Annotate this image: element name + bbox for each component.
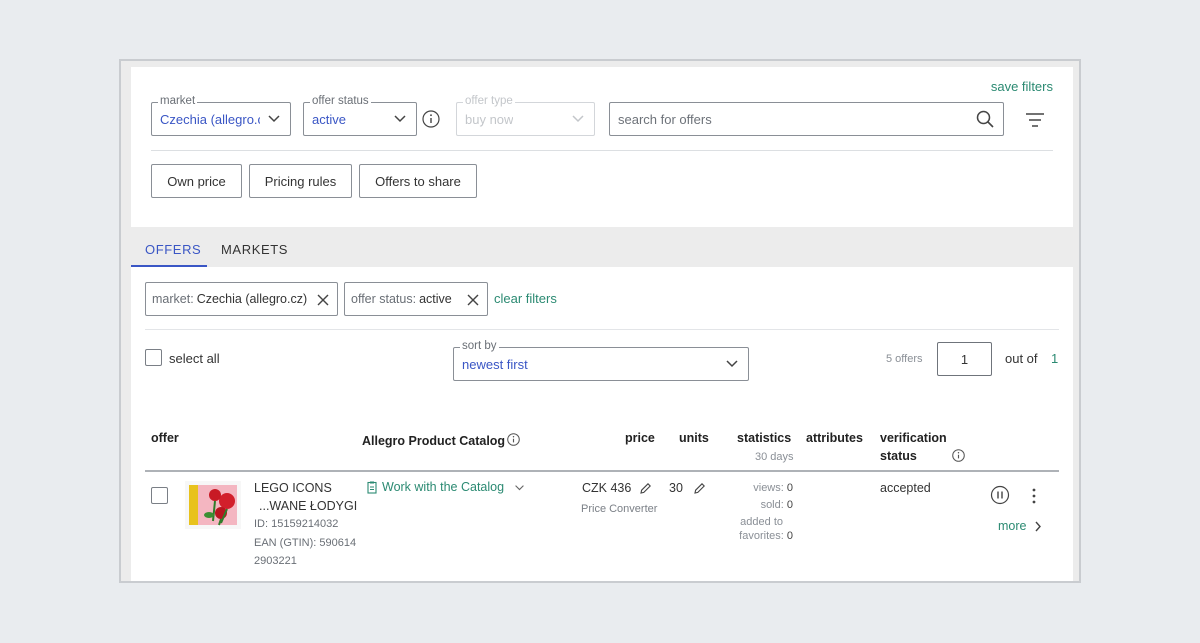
select-all-label: select all [169, 351, 220, 366]
more-link[interactable]: more [998, 519, 1026, 533]
offers-count: 5 offers [886, 353, 923, 365]
search-input[interactable]: search for offers [609, 102, 1004, 136]
search-placeholder: search for offers [618, 112, 712, 127]
pencil-icon[interactable] [639, 482, 652, 495]
pricing-rules-button[interactable]: Pricing rules [249, 164, 352, 198]
header-catalog: Allegro Product Catalog [362, 434, 506, 448]
header-price: price [625, 431, 655, 445]
filter-chip-offer-status: offer status: active [344, 282, 488, 316]
chevron-right-icon[interactable] [1034, 521, 1042, 532]
offers-panel: market: Czechia (allegro.cz) offer statu… [131, 267, 1073, 581]
kebab-icon[interactable] [1031, 488, 1037, 504]
info-icon[interactable] [507, 433, 520, 446]
own-price-button[interactable]: Own price [151, 164, 242, 198]
price-converter-label: Price Converter [581, 503, 658, 515]
stat-views-label: views: [753, 482, 784, 494]
offer-price: CZK 436 [582, 481, 632, 495]
filter-chip-market: market: Czechia (allegro.cz) [145, 282, 338, 316]
out-of-label: out of [1005, 351, 1038, 366]
tab-bar: OFFERS MARKETS [131, 227, 1073, 267]
header-offer: offer [151, 431, 179, 445]
header-units: units [679, 431, 709, 445]
chevron-down-icon[interactable] [514, 484, 525, 492]
chevron-down-icon [572, 115, 584, 123]
header-attributes: attributes [806, 431, 863, 445]
market-select[interactable]: market Czechia (allegro.c [151, 94, 291, 136]
offer-ean-line2: 2903221 [254, 555, 297, 567]
header-verification-status: status [880, 449, 917, 463]
offers-to-share-button[interactable]: Offers to share [359, 164, 477, 198]
offer-status-select[interactable]: offer status active [303, 94, 417, 136]
verification-status: accepted [880, 481, 931, 495]
chip-key: market: [152, 292, 194, 306]
filter-panel: save filters market Czechia (allegro.c o… [131, 67, 1073, 227]
header-statistics: statistics [737, 431, 792, 445]
chevron-down-icon [394, 115, 406, 123]
sort-label: sort by [460, 339, 499, 353]
select-all-checkbox[interactable] [145, 349, 162, 366]
offer-units: 30 [669, 481, 683, 495]
table-header-divider [145, 470, 1059, 472]
sort-value: newest first [462, 357, 528, 372]
pause-icon[interactable] [990, 485, 1010, 505]
save-filters-link[interactable]: save filters [991, 79, 1053, 94]
sort-select[interactable]: sort by newest first [453, 339, 749, 381]
market-select-label: market [158, 94, 198, 108]
tab-offers[interactable]: OFFERS [145, 242, 201, 257]
header-verification: verification [880, 431, 947, 445]
info-icon[interactable] [952, 449, 965, 462]
offer-name-line1[interactable]: LEGO ICONS [254, 481, 332, 495]
app-frame: save filters market Czechia (allegro.c o… [119, 59, 1081, 583]
chip-key: offer status: [351, 292, 417, 306]
stat-favorites: favorites: 0 [711, 530, 793, 542]
stat-sold-value: 0 [786, 499, 793, 511]
stat-favorites-line1: added to [740, 516, 783, 528]
offer-name-line2[interactable]: ...WANE ŁODYGI [259, 499, 357, 513]
stat-views: views: 0 [711, 482, 793, 494]
product-thumbnail[interactable] [185, 481, 241, 529]
market-select-value: Czechia (allegro.c [160, 112, 260, 127]
close-icon[interactable] [317, 294, 329, 306]
work-with-catalog-link[interactable]: Work with the Catalog [382, 480, 504, 494]
row-checkbox[interactable] [151, 487, 168, 504]
offer-status-value: active [312, 112, 346, 127]
pencil-icon[interactable] [693, 482, 706, 495]
chip-value: active [419, 292, 452, 306]
total-pages: 1 [1051, 351, 1059, 366]
page-number-input[interactable]: 1 [937, 342, 992, 376]
stat-sold: sold: 0 [711, 499, 793, 511]
stat-favorites-value: 0 [786, 530, 793, 542]
search-icon[interactable] [975, 109, 995, 129]
offer-type-select: offer type buy now [456, 94, 595, 136]
chevron-down-icon [726, 360, 738, 368]
divider [145, 329, 1059, 330]
tab-markets[interactable]: MARKETS [221, 242, 288, 257]
offer-id: ID: 15159214032 [254, 518, 339, 530]
offer-type-value: buy now [465, 112, 514, 127]
divider [151, 150, 1053, 151]
filter-icon[interactable] [1025, 112, 1045, 128]
offer-status-label: offer status [310, 94, 371, 108]
clear-filters-link[interactable]: clear filters [494, 291, 557, 306]
close-icon[interactable] [467, 294, 479, 306]
info-icon[interactable] [422, 110, 440, 128]
catalog-icon [367, 481, 377, 494]
stat-sold-label: sold: [760, 499, 784, 511]
offer-type-label: offer type [463, 94, 515, 108]
stat-favorites-label: favorites: [739, 530, 784, 542]
offer-ean-line1: EAN (GTIN): 590614 [254, 537, 357, 549]
chevron-down-icon [268, 115, 280, 123]
chip-value: Czechia (allegro.cz) [196, 292, 308, 306]
stat-views-value: 0 [786, 482, 793, 494]
header-statistics-period: 30 days [755, 451, 794, 463]
